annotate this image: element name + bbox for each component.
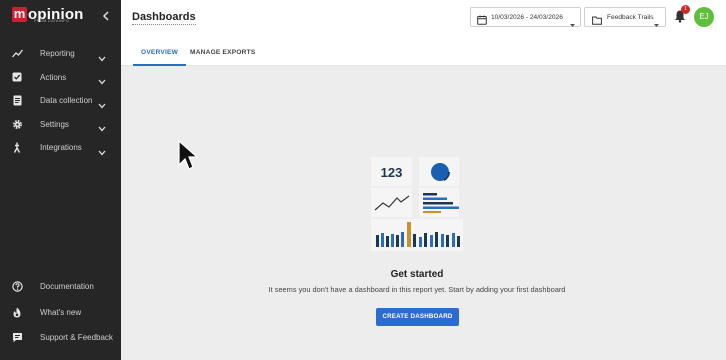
logo-subtitle: FROM DATAINFO	[34, 18, 70, 23]
sidebar-item-actions[interactable]: Actions	[0, 66, 121, 90]
create-dashboard-button[interactable]: CREATE DASHBOARD	[376, 308, 459, 326]
sidebar-item-label: Reporting	[40, 49, 75, 59]
help-circle-icon	[11, 281, 23, 293]
sidebar-item-settings[interactable]: Settings	[0, 113, 121, 137]
sidebar-item-label: Settings	[40, 119, 69, 129]
sidebar-item-label: Actions	[40, 72, 67, 82]
date-range-value: 10/03/2026 - 24/03/2026	[491, 13, 563, 21]
line-chart-icon	[374, 195, 410, 211]
page-title: Dashboards	[132, 11, 196, 25]
clipboard-icon	[11, 95, 23, 107]
caret-down-icon	[570, 15, 575, 33]
collapse-sidebar-icon[interactable]	[100, 10, 112, 24]
tab-bar: OVERVIEW MANAGE EXPORTS	[121, 36, 726, 66]
chevron-down-icon[interactable]	[98, 49, 108, 62]
notification-badge: 1	[681, 5, 690, 14]
chat-icon	[11, 332, 23, 344]
tab-manage-exports[interactable]: MANAGE EXPORTS	[190, 36, 255, 66]
empty-state-title: Get started	[390, 269, 444, 280]
logo-mark: m	[12, 6, 27, 22]
sidebar-item-documentation[interactable]: Documentation	[0, 274, 121, 300]
sidebar-item-label: Integrations	[40, 143, 82, 153]
calendar-icon	[477, 12, 487, 25]
chevron-down-icon[interactable]	[98, 72, 108, 85]
sidebar-nav: Reporting Actions Data collection Settin…	[0, 42, 121, 160]
chevron-down-icon[interactable]	[98, 143, 108, 156]
line-tile	[371, 188, 412, 217]
report-selector[interactable]: Feedback Trails	[584, 7, 666, 27]
tile-number: 123	[380, 165, 403, 180]
empty-state-description: It seems you don't have a dashboard in t…	[268, 285, 566, 294]
avatar[interactable]: EJ	[694, 7, 714, 27]
bar-tile	[419, 188, 461, 217]
pie-tile	[419, 157, 459, 186]
sidebar-item-whats-new[interactable]: What's new	[0, 300, 121, 326]
sidebar-item-reporting[interactable]: Reporting	[0, 42, 121, 66]
pie-chart-icon	[430, 162, 450, 182]
folder-icon	[592, 12, 602, 25]
check-square-icon	[11, 71, 23, 83]
column-tile	[371, 219, 463, 251]
plug-icon	[11, 142, 23, 154]
sidebar: m opinion FROM DATAINFO Reporting Action…	[0, 0, 121, 360]
chevron-down-icon[interactable]	[98, 96, 108, 109]
dashboard-illustration: 123	[367, 157, 463, 251]
number-tile: 123	[371, 157, 412, 186]
horizontal-bar-icon	[423, 193, 461, 213]
sidebar-item-support-feedback[interactable]: Support & Feedback	[0, 325, 121, 351]
caret-down-icon	[654, 15, 659, 33]
sidebar-item-label: Support & Feedback	[40, 333, 113, 343]
sidebar-item-integrations[interactable]: Integrations	[0, 136, 121, 160]
report-name: Feedback Trails	[607, 13, 654, 21]
chevron-down-icon[interactable]	[98, 119, 108, 132]
column-chart-icon	[376, 222, 460, 247]
sidebar-item-label: What's new	[40, 307, 82, 317]
logo-row: m opinion FROM DATAINFO	[0, 0, 121, 36]
sidebar-bottom-nav: Documentation What's new Support & Feedb…	[0, 274, 121, 351]
mouse-cursor-icon	[177, 139, 199, 173]
sidebar-item-label: Documentation	[40, 282, 94, 292]
trend-icon	[11, 48, 23, 60]
gear-icon	[11, 118, 23, 130]
date-range-picker[interactable]: 10/03/2026 - 24/03/2026	[470, 7, 581, 27]
sidebar-item-data-collection[interactable]: Data collection	[0, 89, 121, 113]
tab-overview[interactable]: OVERVIEW	[133, 36, 187, 66]
top-header: Dashboards 10/03/2026 - 24/03/2026 Feedb…	[121, 0, 726, 36]
flame-icon	[11, 306, 23, 318]
sidebar-item-label: Data collection	[40, 96, 93, 106]
